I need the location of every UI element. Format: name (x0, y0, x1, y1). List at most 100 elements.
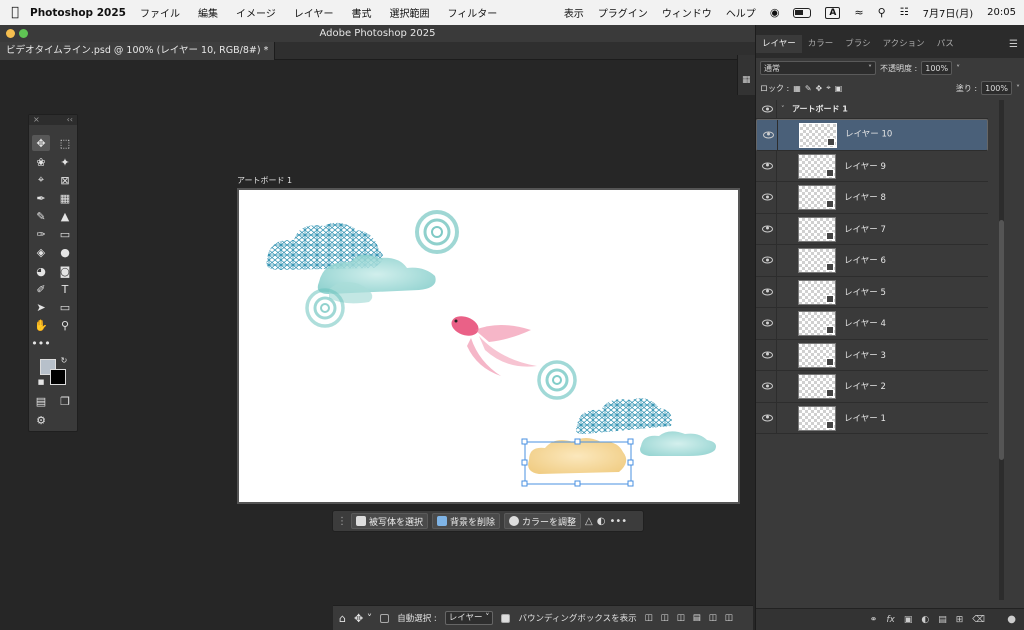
menu-filter[interactable]: フィルター (447, 5, 497, 20)
input-mode-indicator[interactable]: A (825, 6, 841, 19)
layer-row[interactable]: レイヤー 9 (756, 150, 988, 182)
quick-mask-icon[interactable]: ▤ (32, 393, 50, 409)
menubar-time[interactable]: 20:05 (987, 7, 1016, 18)
layer-thumbnail[interactable] (798, 342, 836, 368)
select-subject-button[interactable]: 被写体を選択 (351, 513, 429, 529)
layer-thumbnail[interactable] (798, 153, 836, 179)
record-icon[interactable]: ◉ (770, 6, 780, 19)
tab-color[interactable]: カラー (802, 35, 840, 53)
menu-file[interactable]: ファイル (140, 5, 180, 20)
blur-tool-icon[interactable]: ● (56, 244, 74, 260)
brush-tool-icon[interactable]: ✎ (32, 208, 50, 224)
distribute-icon[interactable]: ▤ (693, 613, 701, 623)
chevron-down-icon[interactable]: ˅ (781, 105, 785, 113)
contrast-icon[interactable]: ◐ (597, 516, 606, 527)
control-center-icon[interactable]: ☷ (900, 7, 909, 18)
transform-icon[interactable]: △ (585, 516, 593, 527)
layer-row[interactable]: レイヤー 4 (756, 308, 988, 340)
battery-icon[interactable] (793, 7, 812, 18)
move-tool-preset-icon[interactable]: ✥ ˅ (354, 612, 372, 625)
lasso-tool-icon[interactable]: ❀ (32, 154, 50, 170)
screen-mode-icon[interactable]: ❐ (56, 393, 74, 409)
visibility-eye-icon[interactable] (762, 288, 773, 296)
zoom-button[interactable] (19, 29, 28, 38)
layer-thumbnail[interactable] (798, 405, 836, 431)
magic-wand-tool-icon[interactable]: ✦ (56, 154, 74, 170)
dodge-tool-icon[interactable]: ◕ (32, 263, 50, 279)
document-tab[interactable]: ビデオタイムライン.psd @ 100% (レイヤー 10, RGB/8#) * (0, 42, 276, 60)
lock-pixels-icon[interactable]: ✎ (805, 84, 812, 93)
layer-thumbnail[interactable] (799, 123, 837, 148)
auto-select-target-dropdown[interactable]: レイヤー ˅ (444, 611, 494, 625)
move-tool-icon[interactable]: ✥ (32, 135, 50, 151)
visibility-eye-icon[interactable] (762, 225, 773, 233)
trash-icon[interactable]: ⌫ (972, 615, 985, 625)
align-right-icon[interactable]: ◫ (677, 613, 685, 623)
lock-all-icon[interactable]: ▣ (835, 84, 843, 93)
scrollbar-thumb[interactable] (999, 220, 1004, 460)
align-middle-icon[interactable]: ◫ (725, 613, 733, 623)
layer-row[interactable]: レイヤー 7 (756, 213, 988, 245)
align-center-icon[interactable]: ◫ (661, 613, 669, 623)
menu-help[interactable]: ヘルプ (726, 5, 756, 20)
bounding-box-checkbox[interactable] (501, 613, 511, 623)
artboard-label[interactable]: アートボード 1 (237, 175, 292, 186)
hand-tool-icon[interactable]: ✋ (32, 317, 50, 333)
frame-tool-icon[interactable]: ⊠ (56, 172, 74, 188)
menu-edit[interactable]: 編集 (198, 5, 218, 20)
zoom-tool-icon[interactable]: ⚲ (56, 317, 74, 333)
layer-thumbnail[interactable] (798, 311, 836, 336)
menu-type[interactable]: 書式 (351, 5, 371, 20)
blend-mode-dropdown[interactable]: 通常 ˅ (760, 61, 876, 75)
menu-view[interactable]: 表示 (564, 5, 584, 20)
tab-paths[interactable]: パス (931, 35, 960, 53)
type-tool-icon[interactable]: T (56, 281, 74, 297)
wifi-icon[interactable]: ≈ (854, 6, 863, 19)
spot-healing-tool-icon[interactable]: ▦ (56, 190, 74, 206)
more-tools-icon[interactable]: ••• (31, 335, 50, 351)
properties-icon[interactable]: ▦ (742, 75, 751, 85)
menubar-date[interactable]: 7月7日(月) (923, 5, 974, 20)
lock-transparency-icon[interactable]: ▦ (793, 84, 801, 93)
visibility-eye-icon[interactable] (762, 256, 773, 264)
folder-icon[interactable]: ▤ (938, 615, 947, 625)
adjust-color-button[interactable]: カラーを調整 (504, 513, 582, 529)
layer-row[interactable]: レイヤー 1 (756, 402, 988, 434)
visibility-eye-icon[interactable] (762, 319, 773, 327)
visibility-eye-icon[interactable] (762, 351, 773, 359)
layer-row[interactable]: レイヤー 6 (756, 245, 988, 277)
apple-icon[interactable]:  (0, 5, 30, 20)
link-icon[interactable]: ⚭ (870, 615, 878, 625)
menu-plugins[interactable]: プラグイン (598, 5, 648, 20)
menu-select[interactable]: 選択範囲 (389, 5, 429, 20)
history-brush-tool-icon[interactable]: ✑ (32, 226, 50, 242)
opacity-field[interactable]: 100% (921, 61, 953, 75)
eyedropper-tool-icon[interactable]: ✒ (32, 190, 50, 206)
layer-row[interactable]: レイヤー 2 (756, 371, 988, 403)
layer-thumbnail[interactable] (798, 216, 836, 242)
notifications-icon[interactable]: ● (1007, 614, 1016, 625)
layer-row[interactable]: レイヤー 3 (756, 339, 988, 371)
collapse-icon[interactable]: ‹‹ (67, 115, 73, 125)
visibility-eye-icon[interactable] (762, 382, 773, 390)
crop-tool-icon[interactable]: ⌖ (32, 172, 50, 188)
smudge-tool-icon[interactable]: ◙ (56, 263, 74, 279)
layers-scrollbar[interactable] (999, 100, 1004, 600)
layer-row[interactable]: レイヤー 8 (756, 182, 988, 214)
mask-icon[interactable]: ▣ (904, 615, 913, 625)
menu-layer[interactable]: レイヤー (294, 5, 334, 20)
more-options-button[interactable]: ••• (609, 516, 627, 527)
visibility-eye-icon[interactable] (762, 105, 773, 113)
search-icon[interactable]: ⚲ (878, 6, 886, 19)
share-icon[interactable]: ⚙ (32, 412, 50, 428)
fill-field[interactable]: 100% (981, 81, 1012, 95)
minimize-button[interactable] (6, 29, 15, 38)
adjustment-icon[interactable]: ◐ (921, 615, 929, 625)
artboard[interactable] (237, 188, 740, 504)
home-icon[interactable]: ⌂ (339, 612, 346, 625)
stamp-tool-icon[interactable]: ▲ (56, 208, 74, 224)
drag-handle-icon[interactable]: ⋮ (337, 516, 347, 527)
visibility-eye-icon[interactable] (763, 131, 774, 139)
opacity-dropdown-icon[interactable]: ˅ (956, 64, 960, 73)
artboard-group-row[interactable]: ˅ アートボード 1 (756, 100, 988, 119)
